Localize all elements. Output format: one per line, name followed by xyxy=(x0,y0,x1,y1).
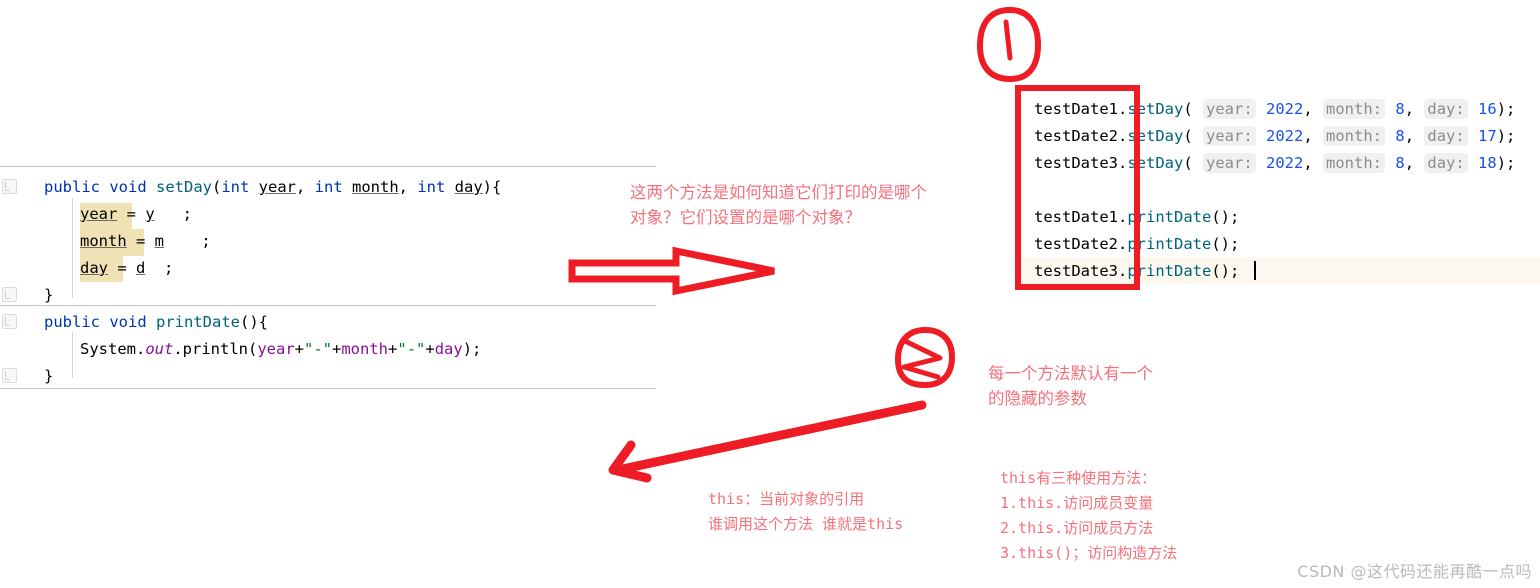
screenshot-canvas: public void setDay(int year, int month, … xyxy=(0,0,1540,588)
method-gutter-icon[interactable] xyxy=(2,314,17,329)
diagonal-arrow-icon xyxy=(608,400,927,483)
marker-one-circle-icon xyxy=(977,7,1041,82)
code-line[interactable]: } xyxy=(44,363,53,390)
code-line[interactable]: year = y ; xyxy=(80,201,192,228)
code-line[interactable]: public void printDate(){ xyxy=(44,309,268,336)
text-caret xyxy=(1254,261,1256,280)
method-separator-bottom xyxy=(0,388,656,389)
code-line[interactable]: month = m ; xyxy=(80,228,211,255)
red-highlight-box xyxy=(1015,85,1140,290)
code-line[interactable]: } xyxy=(44,282,53,309)
method-gutter-icon[interactable] xyxy=(2,179,17,194)
method-separator-middle xyxy=(0,305,656,306)
indent-guide xyxy=(72,332,73,378)
method-separator-top xyxy=(0,166,656,167)
method-gutter-icon[interactable] xyxy=(2,287,17,302)
code-line[interactable]: System.out.println(year+"-"+month+"-"+da… xyxy=(80,336,481,363)
annotation-this-reference-note: this：当前对象的引用 谁调用这个方法 谁就是this xyxy=(708,490,904,533)
indent-guide xyxy=(72,198,73,298)
annotation-question-note: 这两个方法是如何知道它们打印的是哪个 对象？它们设置的是哪个对象？ xyxy=(630,183,927,227)
right-arrow-icon xyxy=(568,246,775,296)
method-gutter-icon[interactable] xyxy=(2,368,17,383)
annotation-this-usage-note: this有三种使用方法： 1.this.访问成员变量 2.this.访问成员方法… xyxy=(1000,469,1178,562)
code-line[interactable]: public void setDay(int year, int month, … xyxy=(44,174,501,201)
csdn-watermark: CSDN @这代码还能再酷一点吗 xyxy=(1297,562,1532,581)
left-code-editor[interactable]: public void setDay(int year, int month, … xyxy=(0,166,656,389)
annotation-hidden-param-note: 每一个方法默认有一个 的隐藏的参数 xyxy=(988,364,1153,408)
code-line[interactable]: day = d ; xyxy=(80,255,173,282)
